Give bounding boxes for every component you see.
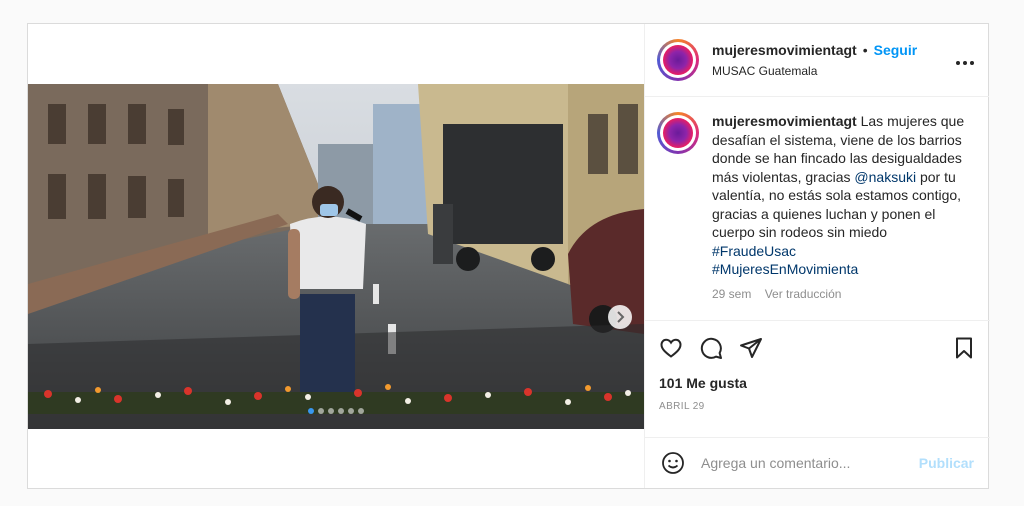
- share-button[interactable]: [739, 336, 763, 360]
- hashtag-link[interactable]: #FraudeUsac: [712, 243, 796, 259]
- time-ago: 29 sem: [712, 286, 752, 301]
- carousel-dot: [308, 408, 314, 414]
- username-link[interactable]: mujeresmovimientagt: [712, 42, 857, 58]
- follow-button[interactable]: Seguir: [874, 42, 918, 58]
- comment-bubble-icon: [700, 337, 722, 359]
- publish-button[interactable]: Publicar: [919, 455, 974, 471]
- profile-logo: [663, 45, 693, 75]
- caption-meta: 29 sem Ver traducción: [712, 285, 970, 304]
- post-header: mujeresmovimientagt • Seguir MUSAC Guate…: [645, 24, 989, 97]
- save-button[interactable]: [952, 336, 976, 360]
- ellipsis-icon: [956, 60, 974, 65]
- separator-dot: •: [862, 42, 868, 58]
- action-bar: 101 Me gusta ABRIL 29: [645, 320, 990, 412]
- translate-link[interactable]: Ver traducción: [765, 287, 842, 301]
- instagram-post: mujeresmovimientagt • Seguir MUSAC Guate…: [27, 23, 990, 489]
- carousel-dot: [318, 408, 324, 414]
- likes-count[interactable]: 101 Me gusta: [659, 375, 976, 391]
- comment-form: Publicar: [645, 437, 990, 488]
- caption-username[interactable]: mujeresmovimientagt: [712, 113, 857, 129]
- profile-logo: [663, 118, 693, 148]
- emoji-button[interactable]: [661, 451, 685, 475]
- carousel-dot: [348, 408, 354, 414]
- smiley-icon: [662, 452, 684, 474]
- bookmark-icon: [956, 337, 972, 359]
- avatar[interactable]: [657, 39, 699, 81]
- heart-icon: [660, 338, 682, 358]
- more-options-button[interactable]: [953, 50, 977, 71]
- carousel-dots: [308, 408, 364, 414]
- post-date: ABRIL 29: [659, 401, 705, 412]
- post-sidebar: mujeresmovimientagt • Seguir MUSAC Guate…: [644, 24, 990, 488]
- carousel-next-button[interactable]: [608, 305, 632, 329]
- carousel-dot: [358, 408, 364, 414]
- mention-link[interactable]: @naksuki: [854, 169, 916, 185]
- street-photo: [28, 84, 644, 429]
- comment-input[interactable]: [701, 455, 919, 471]
- caption: mujeresmovimientagt Las mujeres que desa…: [712, 112, 970, 303]
- paper-plane-icon: [740, 338, 762, 358]
- hashtag-link[interactable]: #MujeresEnMovimienta: [712, 261, 858, 277]
- location-link[interactable]: MUSAC Guatemala: [712, 64, 953, 78]
- carousel-dot: [338, 408, 344, 414]
- caption-row: mujeresmovimientagt Las mujeres que desa…: [657, 112, 978, 303]
- like-button[interactable]: [659, 336, 683, 360]
- caption-avatar[interactable]: [657, 112, 699, 154]
- post-photo[interactable]: [28, 84, 644, 429]
- post-media: [28, 24, 644, 488]
- comment-button[interactable]: [699, 336, 723, 360]
- comments-area: mujeresmovimientagt Las mujeres que desa…: [645, 98, 990, 320]
- carousel-dot: [328, 408, 334, 414]
- chevron-right-icon: [617, 311, 625, 323]
